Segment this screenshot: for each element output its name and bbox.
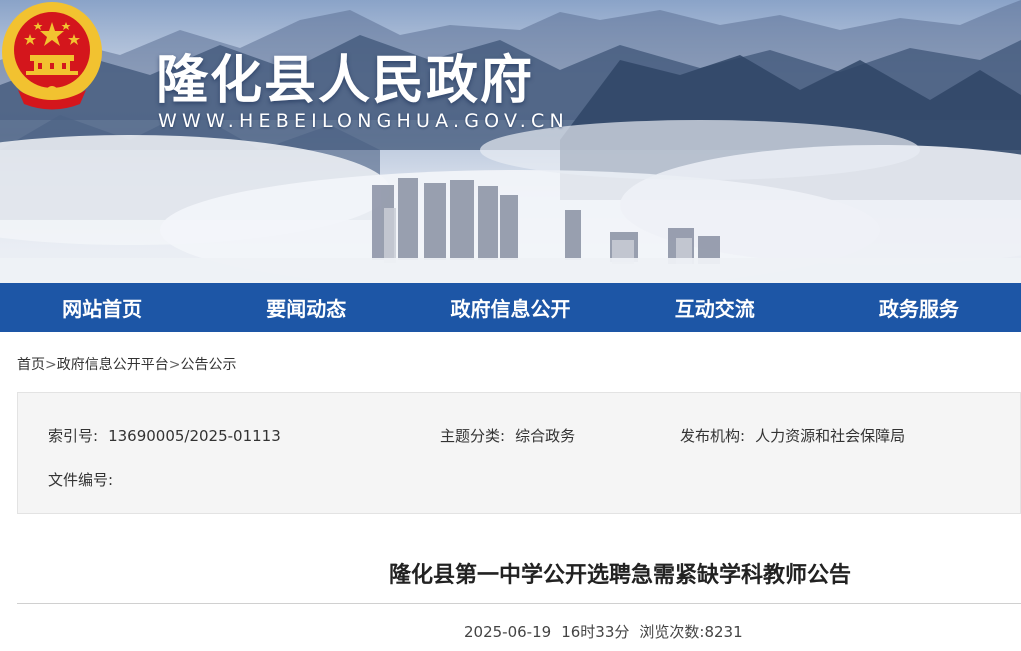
breadcrumb-home-link[interactable]: 首页: [17, 357, 45, 373]
meta-topic-value: 综合政务: [515, 427, 576, 445]
nav-item-services[interactable]: 政务服务: [817, 283, 1021, 332]
header-banner: 隆化县人民政府 WWW.HEBEILONGHUA.GOV.CN: [0, 0, 1021, 283]
meta-topic: 主题分类: 综合政务: [440, 425, 575, 446]
breadcrumb-separator: >: [168, 357, 181, 373]
article-info: 2025-06-19 16时33分 浏览次数:8231: [464, 621, 753, 642]
breadcrumb-current-link[interactable]: 公告公示: [180, 357, 236, 373]
title-divider: [17, 603, 1021, 604]
meta-org-value: 人力资源和社会保障局: [755, 427, 906, 445]
views-label: 浏览次数:: [639, 623, 705, 641]
nav-item-home[interactable]: 网站首页: [0, 283, 204, 332]
publish-date: 2025-06-19: [464, 623, 552, 641]
nav-item-interaction[interactable]: 互动交流: [613, 283, 817, 332]
nav-item-news[interactable]: 要闻动态: [204, 283, 408, 332]
breadcrumb-separator: >: [45, 357, 57, 373]
main-nav: 网站首页 要闻动态 政府信息公开 互动交流 政务服务: [0, 283, 1021, 332]
meta-org: 发布机构: 人力资源和社会保障局: [680, 425, 905, 446]
meta-docno-label: 文件编号:: [48, 471, 114, 489]
breadcrumb-platform-link[interactable]: 政府信息公开平台: [57, 357, 169, 373]
document-meta-panel: 索引号: 13690005/2025-01113 主题分类: 综合政务 发布机构: 人…: [17, 392, 1021, 514]
meta-index-value: 13690005/2025-01113: [108, 427, 281, 445]
meta-index-label: 索引号:: [48, 427, 99, 445]
meta-topic-label: 主题分类:: [440, 427, 506, 445]
site-url: WWW.HEBEILONGHUA.GOV.CN: [158, 110, 569, 132]
meta-index: 索引号: 13690005/2025-01113: [48, 425, 281, 446]
publish-time: 16时33分: [561, 623, 630, 641]
article-title: 隆化县第一中学公开选聘急需紧缺学科教师公告: [388, 563, 851, 588]
meta-org-label: 发布机构:: [680, 427, 746, 445]
national-emblem-icon: [2, 2, 102, 110]
breadcrumb: 首页>政府信息公开平台>公告公示: [17, 354, 236, 374]
site-title: 隆化县人民政府: [156, 51, 535, 111]
meta-docno: 文件编号:: [48, 469, 123, 490]
nav-item-gov-info[interactable]: 政府信息公开: [408, 283, 612, 332]
views-count: 8231: [704, 623, 743, 641]
